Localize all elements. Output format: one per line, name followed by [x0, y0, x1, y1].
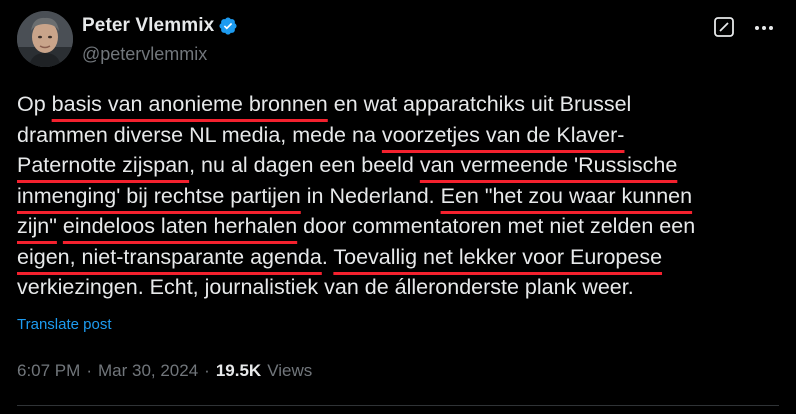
body-text-segment: door commentatoren met niet zelden een [297, 214, 696, 238]
post-body-line: Paternotte zijspan, nu al dagen een beel… [17, 150, 792, 181]
body-text-segment: . [321, 244, 334, 269]
underlined-phrase: zijn" [17, 214, 57, 238]
post-body-line: drammen diverse NL media, mede na voorze… [17, 120, 792, 151]
underlined-phrase: eindeloos laten herhalen [62, 214, 298, 238]
translate-post-link[interactable]: Translate post [17, 316, 112, 333]
verified-badge-icon[interactable] [218, 16, 238, 36]
meta-separator: · [204, 361, 210, 380]
body-text-segment: verkiezingen. Echt, journalistiek van de… [17, 275, 634, 299]
body-text-segment: Op [17, 92, 52, 116]
post-metadata: 6:07 PM · Mar 30, 2024 · 19.5K Views [17, 361, 312, 381]
person-portrait-icon [17, 11, 73, 67]
post-body-line: eigen, niet-transparante agenda. Toevall… [17, 242, 792, 273]
post-body-line: verkiezingen. Echt, journalistiek van de… [17, 272, 792, 303]
divider [17, 405, 779, 406]
underlined-phrase: Paternotte zijspan [17, 153, 190, 177]
avatar[interactable] [17, 11, 73, 67]
underlined-phrase: inmenging' bij rechtse partijen [17, 183, 301, 208]
underlined-phrase: eigen, niet-transparante agenda [17, 244, 322, 269]
post-body-line: inmenging' bij rechtse partijen in Neder… [17, 181, 792, 212]
post-body-line: zijn" eindeloos laten herhalen door comm… [17, 211, 792, 242]
grok-icon[interactable] [713, 16, 735, 38]
post-time[interactable]: 6:07 PM [17, 361, 80, 381]
author-handle[interactable]: @petervlemmix [82, 44, 207, 65]
body-text-segment: in Nederland. [300, 183, 441, 208]
post-body-text: Op basis van anonieme bronnen en wat app… [17, 89, 792, 303]
body-text-segment: , nu al dagen een beeld [189, 153, 420, 177]
author-name-row: Peter Vlemmix [82, 15, 238, 37]
underlined-phrase: Toevallig net lekker voor Europese [333, 244, 663, 269]
body-text-segment: drammen diverse NL media, mede na [17, 122, 382, 147]
views-label[interactable]: Views [267, 361, 312, 381]
author-display-name[interactable]: Peter Vlemmix [82, 15, 214, 37]
tweet: Peter Vlemmix @petervlemmix Op basis van… [0, 0, 796, 414]
views-count[interactable]: 19.5K [216, 361, 261, 381]
underlined-phrase: voorzetjes van de Klaver- [381, 122, 625, 147]
body-text-segment: en wat apparatchiks uit Brussel [327, 92, 632, 116]
meta-separator: · [86, 361, 92, 380]
more-options-icon[interactable] [752, 16, 776, 40]
underlined-phrase: van vermeende 'Russische [419, 153, 678, 177]
post-body-line: Op basis van anonieme bronnen en wat app… [17, 89, 792, 120]
underlined-phrase: basis van anonieme bronnen [51, 92, 328, 116]
post-date[interactable]: Mar 30, 2024 [98, 361, 198, 381]
underlined-phrase: Een "het zou waar kunnen [440, 183, 693, 208]
